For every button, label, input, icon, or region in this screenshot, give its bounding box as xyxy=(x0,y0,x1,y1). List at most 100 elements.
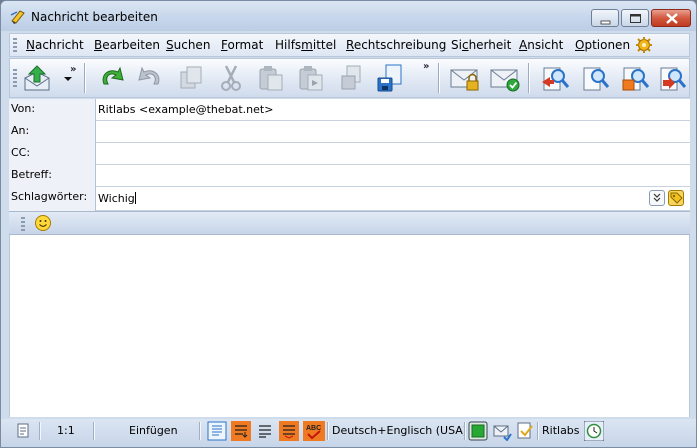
header-fields: Von: Ritlabs <example@thebat.net> An: CC… xyxy=(9,99,690,211)
paste-button[interactable] xyxy=(254,62,288,94)
menu-rechtschreibung[interactable]: Rechtschreibung xyxy=(346,38,446,52)
status-color-button[interactable] xyxy=(468,421,488,441)
emoticon-bar xyxy=(9,211,690,235)
to-field[interactable] xyxy=(98,125,688,139)
quote-text-icon xyxy=(279,421,299,441)
quote-button[interactable] xyxy=(279,421,299,441)
encrypt-status-button[interactable] xyxy=(492,421,512,441)
spellcheck-button[interactable]: ABC xyxy=(303,421,325,441)
to-row: An: xyxy=(9,121,690,143)
close-button[interactable] xyxy=(651,9,691,27)
save-draft-icon xyxy=(341,65,361,90)
title-bar[interactable]: Nachricht bearbeiten xyxy=(1,1,696,31)
gear-icon[interactable] xyxy=(636,37,652,53)
subject-field[interactable] xyxy=(98,169,688,183)
toolbar: » » xyxy=(9,58,690,98)
address-book-to-button[interactable] xyxy=(538,62,572,94)
status-divider xyxy=(199,422,201,440)
redo-icon xyxy=(138,66,160,85)
align-button[interactable] xyxy=(255,421,275,441)
status-divider xyxy=(39,422,41,440)
green-square-icon xyxy=(468,421,488,441)
from-field[interactable]: Ritlabs <example@thebat.net> xyxy=(98,103,273,116)
copy-icon xyxy=(180,66,202,89)
menu-hilfsmittel[interactable]: Hilfsmittel xyxy=(275,38,336,52)
to-label: An: xyxy=(9,121,96,143)
document-lines-icon xyxy=(207,421,227,441)
app-icon xyxy=(10,10,25,24)
double-chevron-down-icon xyxy=(653,193,661,202)
insert-mode[interactable]: Einfügen xyxy=(129,424,178,437)
spellcheck-icon: ABC xyxy=(303,421,325,441)
align-text-icon xyxy=(259,425,271,438)
address-book-to-icon xyxy=(542,67,570,91)
encrypt-icon xyxy=(450,69,479,91)
send-button[interactable]: » xyxy=(20,62,78,94)
wrap-button[interactable] xyxy=(231,421,251,441)
keywords-tag-button[interactable] xyxy=(668,190,684,206)
minimize-button[interactable] xyxy=(591,9,619,27)
status-bar: 1:1 Einfügen ABC Deutsch+Englisch (USA) xyxy=(1,419,696,447)
message-body-editor[interactable] xyxy=(9,235,690,417)
cut-button[interactable] xyxy=(214,62,248,94)
keywords-value: Wichig xyxy=(98,192,135,205)
paste-icon xyxy=(259,66,283,91)
maximize-button[interactable] xyxy=(621,9,649,27)
keywords-row: Schlagwörter: Wichig xyxy=(9,187,690,211)
smiley-icon[interactable] xyxy=(34,214,52,232)
address-book-button[interactable] xyxy=(578,62,612,94)
paste-quoted-icon xyxy=(299,66,323,91)
toolbar-separator xyxy=(438,63,440,93)
menu-suchen[interactable]: Suchen xyxy=(166,38,210,52)
menu-bearbeiten[interactable]: Bearbeiten xyxy=(94,38,160,52)
copy-button[interactable] xyxy=(174,62,208,94)
address-book-forward-icon xyxy=(660,67,687,91)
paste-quoted-button[interactable] xyxy=(294,62,328,94)
keywords-field[interactable]: Wichig xyxy=(98,192,136,205)
cursor-position: 1:1 xyxy=(57,424,75,437)
address-book-cc-icon xyxy=(622,67,650,91)
menu-sicherheit[interactable]: Sicherheit xyxy=(451,38,511,52)
account-name[interactable]: Ritlabs xyxy=(542,424,580,437)
status-divider xyxy=(93,422,95,440)
send-overflow-chevron[interactable]: » xyxy=(70,64,76,75)
address-book-icon xyxy=(583,67,610,91)
emoticon-bar-grip[interactable] xyxy=(21,217,25,231)
plain-text-button[interactable] xyxy=(207,421,227,441)
new-document-button[interactable] xyxy=(374,62,408,94)
timer-button[interactable] xyxy=(584,421,604,441)
wrap-text-icon xyxy=(231,421,251,441)
status-page-button[interactable] xyxy=(15,423,35,443)
menu-grip[interactable] xyxy=(13,38,17,52)
menu-ansicht[interactable]: Ansicht xyxy=(519,38,563,52)
undo-button[interactable] xyxy=(94,62,128,94)
from-row: Von: Ritlabs <example@thebat.net> xyxy=(9,99,690,121)
status-divider xyxy=(327,422,329,440)
redo-button[interactable] xyxy=(134,62,168,94)
window-title: Nachricht bearbeiten xyxy=(31,10,158,24)
menu-optionen[interactable]: Optionen xyxy=(575,38,630,52)
address-book-cc-button[interactable] xyxy=(618,62,652,94)
menu-format[interactable]: Format xyxy=(221,38,263,52)
menu-nachricht[interactable]: Nachricht xyxy=(26,38,84,52)
keywords-expand-button[interactable] xyxy=(649,190,665,206)
minimize-icon xyxy=(600,20,611,25)
toolbar-separator xyxy=(528,63,530,93)
page-icon xyxy=(17,423,29,438)
toolbar-overflow-chevron[interactable]: » xyxy=(423,61,429,72)
sign-button[interactable] xyxy=(488,62,522,94)
cc-field[interactable] xyxy=(98,147,688,161)
document-check-icon xyxy=(517,422,533,439)
maximize-icon xyxy=(630,14,641,23)
status-divider xyxy=(537,422,539,440)
spellcheck-language[interactable]: Deutsch+Englisch (USA) xyxy=(332,424,467,437)
toolbar-separator xyxy=(84,63,86,93)
address-book-forward-button[interactable] xyxy=(655,62,689,94)
cc-row: CC: xyxy=(9,143,690,165)
envelope-lock-icon xyxy=(493,425,512,441)
save-draft-button[interactable] xyxy=(334,62,368,94)
sign-status-button[interactable] xyxy=(515,421,535,441)
encrypt-button[interactable] xyxy=(448,62,482,94)
toolbar-grip[interactable] xyxy=(13,69,17,89)
new-document-icon xyxy=(377,64,402,92)
